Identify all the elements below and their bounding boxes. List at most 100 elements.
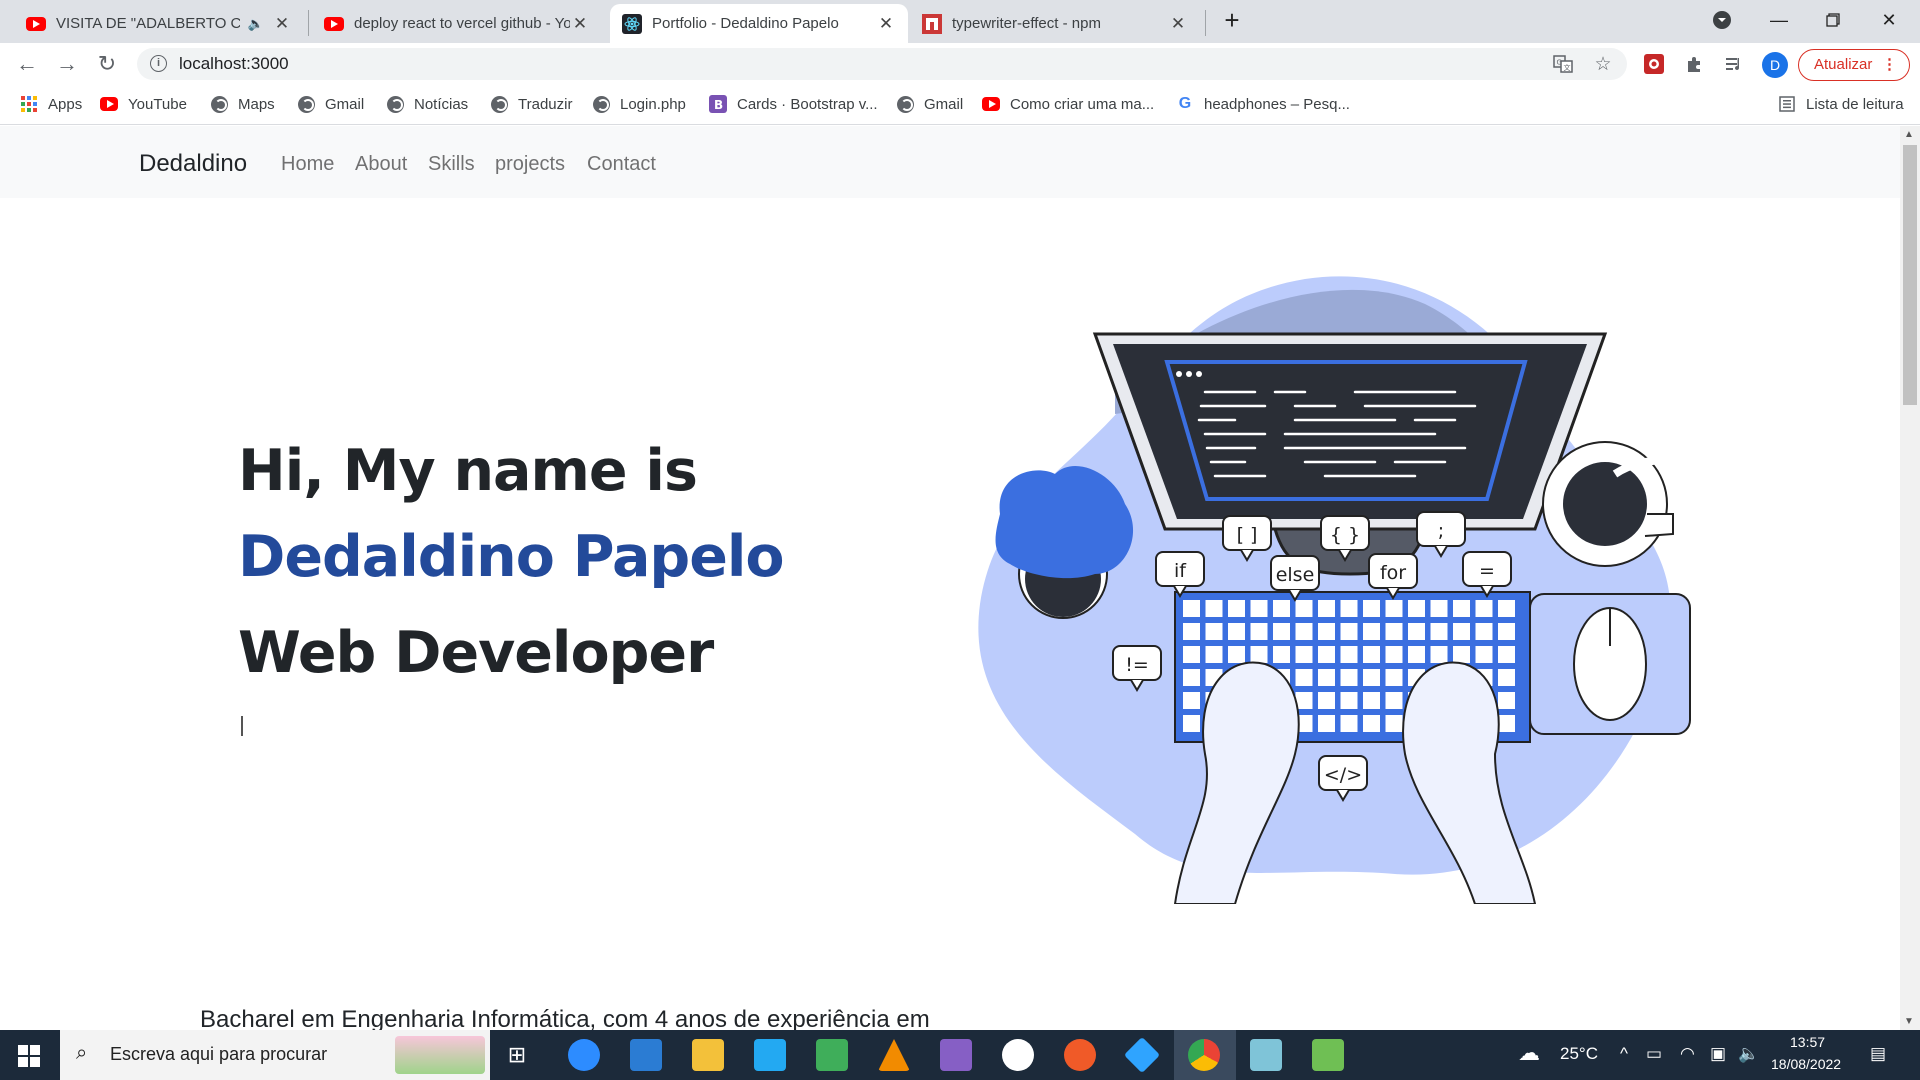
bookmark-noticias[interactable]: Notícias — [386, 95, 468, 113]
close-tab-icon[interactable]: ✕ — [570, 14, 590, 34]
bookmark-traduzir[interactable]: Traduzir — [490, 95, 572, 113]
vlc-icon[interactable] — [878, 1039, 910, 1071]
postman-icon[interactable] — [1064, 1039, 1096, 1071]
update-label: Atualizar — [1814, 56, 1873, 73]
tab-npm[interactable]: typewriter-effect - npm ✕ — [910, 4, 1200, 43]
visual-studio-icon[interactable] — [940, 1039, 972, 1071]
restore-button[interactable] — [1806, 0, 1860, 40]
more-menu-icon[interactable]: ⋮ — [1882, 50, 1897, 80]
bookmark-label: Notícias — [414, 95, 469, 113]
network-icon[interactable]: ▣ — [1710, 1044, 1726, 1064]
wifi-icon[interactable]: ◠ — [1680, 1044, 1695, 1064]
info-icon[interactable]: i — [150, 55, 167, 72]
star-icon[interactable]: ☆ — [1591, 52, 1615, 76]
bookmark-apps[interactable]: Apps — [20, 95, 82, 113]
code-label: for — [1380, 562, 1406, 584]
volume-icon[interactable]: 🔈 — [1738, 1044, 1759, 1064]
keyboard-key — [1318, 715, 1335, 732]
keyboard-key — [1385, 692, 1403, 709]
code-label: </> — [1324, 764, 1362, 786]
weather-temp[interactable]: 25°C — [1560, 1044, 1598, 1064]
keyboard-key — [1498, 623, 1515, 640]
extension-red-icon[interactable] — [1642, 52, 1666, 76]
media-control-icon[interactable] — [1722, 52, 1746, 76]
keyboard-key — [1498, 600, 1515, 617]
close-tab-icon[interactable]: ✕ — [272, 14, 292, 34]
battery-icon[interactable]: ▭ — [1646, 1044, 1662, 1064]
keyboard-key — [1385, 600, 1403, 617]
bookmark-youtube[interactable]: YouTube — [100, 95, 187, 113]
tab-youtube-deploy[interactable]: deploy react to vercel github - Yo ✕ — [312, 4, 602, 43]
page-viewport: Dedaldino Home About Skills projects Con… — [0, 126, 1900, 1030]
bookmark-label: Gmail — [325, 95, 365, 113]
scroll-up-icon[interactable]: ▲ — [1904, 129, 1914, 140]
update-button[interactable]: Atualizar ⋮ — [1798, 49, 1910, 81]
keyboard-key — [1340, 623, 1358, 640]
apps-grid-icon — [20, 95, 38, 113]
taskbar-search[interactable]: ⌕ Escreva aqui para procurar — [60, 1030, 490, 1080]
task-view-icon[interactable]: ⊞ — [501, 1039, 533, 1071]
app-circle-icon[interactable] — [1002, 1039, 1034, 1071]
bookmark-maps[interactable]: Maps — [210, 95, 275, 113]
bio-text: Bacharel em Engenharia Informática, com … — [200, 1006, 930, 1030]
youtube-icon — [324, 14, 344, 34]
globe-icon — [592, 95, 610, 113]
clock-time[interactable]: 13:57 — [1790, 1034, 1825, 1050]
tab-youtube-visita[interactable]: VISITA DE "ADALBERTO COST 🔈 ✕ — [14, 4, 304, 43]
git-icon[interactable] — [1123, 1036, 1161, 1074]
address-bar[interactable]: i localhost:3000 文G ☆ — [137, 48, 1627, 80]
bookmark-gmail[interactable]: Gmail — [297, 95, 364, 113]
vscode-icon[interactable] — [754, 1039, 786, 1071]
close-tab-icon[interactable]: ✕ — [1168, 14, 1188, 34]
app-icon[interactable] — [816, 1039, 848, 1071]
bookmark-gmail-2[interactable]: Gmail — [896, 95, 963, 113]
profile-avatar[interactable]: D — [1762, 52, 1788, 78]
keyboard-key — [1183, 692, 1200, 709]
scrollbar-thumb[interactable] — [1903, 145, 1917, 405]
nav-about[interactable]: About — [355, 153, 407, 176]
mail-icon[interactable] — [630, 1039, 662, 1071]
keyboard-key — [1430, 623, 1448, 640]
notifications-icon[interactable]: ▤ — [1870, 1044, 1886, 1064]
site-brand[interactable]: Dedaldino — [139, 150, 247, 178]
new-tab-button[interactable]: + — [1207, 0, 1257, 40]
close-window-button[interactable]: ✕ — [1862, 0, 1916, 40]
bookmark-cards-bootstrap[interactable]: B Cards · Bootstrap v... — [709, 95, 878, 113]
hero-greeting: Hi, My name is — [238, 438, 698, 504]
close-tab-icon[interactable]: ✕ — [876, 14, 896, 34]
minimize-button[interactable]: — — [1752, 0, 1806, 40]
globe-icon — [210, 95, 228, 113]
reload-button[interactable]: ↻ — [92, 49, 122, 79]
url-text: localhost:3000 — [179, 54, 289, 73]
speaker-icon[interactable]: 🔈 — [248, 16, 264, 32]
bookmark-como-criar[interactable]: Como criar uma ma... — [982, 95, 1154, 113]
keyboard-key — [1318, 692, 1335, 709]
keyboard-key — [1205, 646, 1223, 663]
file-explorer-icon[interactable] — [692, 1039, 724, 1071]
zoom-icon[interactable] — [568, 1039, 600, 1071]
app-icon[interactable] — [1250, 1039, 1282, 1071]
back-button[interactable]: ← — [12, 49, 42, 79]
scroll-down-icon[interactable]: ▼ — [1904, 1016, 1914, 1027]
forward-button[interactable]: → — [52, 49, 82, 79]
notepad-icon[interactable] — [1312, 1039, 1344, 1071]
extensions-puzzle-icon[interactable] — [1683, 52, 1707, 76]
nav-contact[interactable]: Contact — [587, 153, 656, 176]
chevron-up-icon[interactable]: ^ — [1620, 1044, 1628, 1064]
bookmark-label: Traduzir — [518, 95, 573, 113]
weather-icon[interactable]: ☁ — [1518, 1040, 1540, 1066]
reading-list-button[interactable]: Lista de leitura — [1778, 95, 1904, 113]
tab-portfolio[interactable]: Portfolio - Dedaldino Papelo ✕ — [610, 4, 908, 43]
bookmark-login[interactable]: Login.php — [592, 95, 686, 113]
bookmark-label: Maps — [238, 95, 275, 113]
tab-search-button[interactable] — [1695, 0, 1749, 40]
clock-date[interactable]: 18/08/2022 — [1771, 1056, 1841, 1072]
bookmark-headphones[interactable]: G headphones – Pesq... — [1176, 95, 1350, 113]
translate-icon[interactable]: 文G — [1551, 52, 1575, 76]
nav-home[interactable]: Home — [281, 153, 334, 176]
nav-projects[interactable]: projects — [495, 153, 565, 176]
bookmark-label: Cards · Bootstrap v... — [737, 95, 878, 113]
nav-skills[interactable]: Skills — [428, 153, 475, 176]
chrome-icon[interactable] — [1188, 1039, 1220, 1071]
windows-start-icon[interactable] — [18, 1045, 40, 1072]
